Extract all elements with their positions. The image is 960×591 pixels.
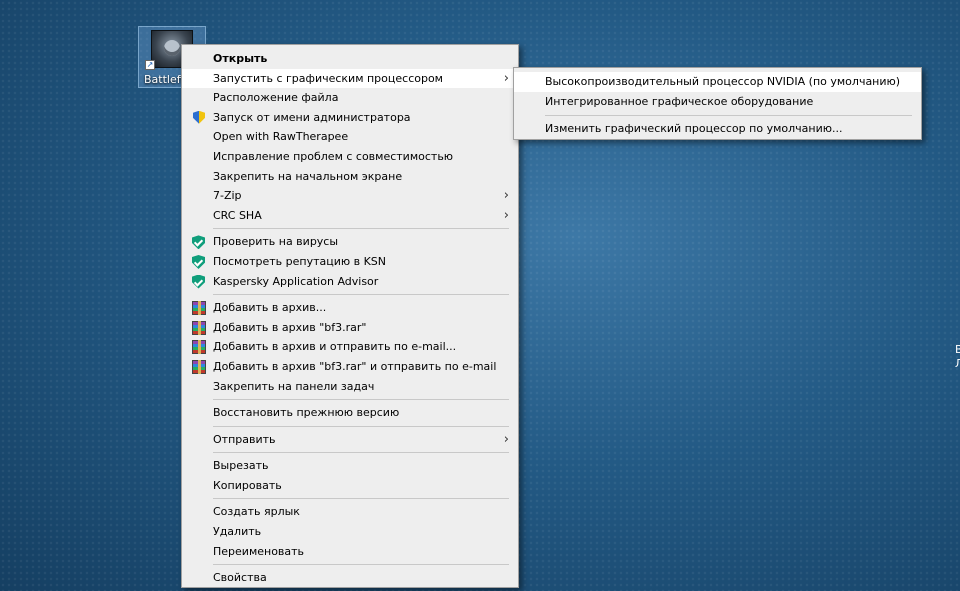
menu-item-delete[interactable]: Удалить: [182, 522, 518, 542]
menu-item-properties[interactable]: Свойства: [182, 568, 518, 588]
menu-separator: [213, 452, 509, 454]
menu-item-check-ksn[interactable]: Посмотреть репутацию в KSN: [182, 252, 518, 272]
menu-item-add-bf3-and-email[interactable]: Добавить в архив "bf3.rar" и отправить п…: [182, 357, 518, 377]
menu-separator: [545, 115, 912, 116]
menu-item-scan-viruses[interactable]: Проверить на вирусы: [182, 232, 518, 252]
menu-item-label: Запустить с графическим процессором: [213, 71, 443, 85]
menu-item-label: Добавить в архив...: [213, 301, 327, 315]
gpu-submenu: Высокопроизводительный процессор NVIDIA …: [513, 67, 922, 140]
menu-item-label: Проверить на вирусы: [213, 235, 339, 249]
menu-item-label: Отправить: [213, 432, 276, 446]
menu-separator: [213, 399, 509, 401]
winrar-icon: [192, 320, 206, 335]
menu-item-label: Добавить в архив и отправить по e-mail..…: [213, 340, 457, 354]
menu-item-pin-to-taskbar[interactable]: Закрепить на панели задач: [182, 377, 518, 397]
submenu-item-integrated[interactable]: Интегрированное графическое оборудование: [514, 92, 921, 112]
menu-item-cut[interactable]: Вырезать: [182, 456, 518, 476]
menu-separator: [213, 564, 509, 566]
menu-item-label: Kaspersky Application Advisor: [213, 274, 379, 288]
menu-item-copy[interactable]: Копировать: [182, 476, 518, 496]
menu-separator: [213, 294, 509, 296]
submenu-item-nvidia[interactable]: Высокопроизводительный процессор NVIDIA …: [514, 72, 921, 92]
menu-separator: [213, 228, 509, 230]
kaspersky-shield-icon: [192, 254, 205, 269]
chevron-right-icon: ›: [503, 431, 509, 447]
menu-item-file-location[interactable]: Расположение файла: [182, 88, 518, 108]
menu-item-troubleshoot-compat[interactable]: Исправление проблем с совместимостью: [182, 147, 518, 167]
winrar-icon: [192, 359, 206, 374]
menu-item-create-shortcut[interactable]: Создать ярлык: [182, 502, 518, 522]
kaspersky-shield-icon: [192, 235, 205, 250]
menu-item-label: CRC SHA: [213, 208, 262, 222]
menu-item-restore-previous[interactable]: Восстановить прежнюю версию: [182, 403, 518, 423]
menu-item-run-as-admin[interactable]: Запуск от имени администратора: [182, 108, 518, 128]
menu-item-label: Запуск от имени администратора: [213, 110, 411, 124]
menu-item-7zip[interactable]: 7-Zip ›: [182, 186, 518, 206]
menu-item-send-to[interactable]: Отправить ›: [182, 430, 518, 450]
menu-item-rename[interactable]: Переименовать: [182, 542, 518, 562]
menu-item-kaspersky-advisor[interactable]: Kaspersky Application Advisor: [182, 272, 518, 292]
context-menu: Открыть Запустить с графическим процессо…: [181, 44, 519, 588]
desktop-edge-text: В Л: [955, 343, 960, 370]
menu-item-add-and-email[interactable]: Добавить в архив и отправить по e-mail..…: [182, 337, 518, 357]
winrar-icon: [192, 340, 206, 355]
menu-separator: [213, 498, 509, 500]
menu-item-crc-sha[interactable]: CRC SHA ›: [182, 206, 518, 226]
chevron-right-icon: ›: [503, 207, 509, 223]
menu-item-label: 7-Zip: [213, 189, 242, 203]
kaspersky-shield-icon: [192, 274, 205, 289]
uac-shield-icon: [193, 110, 205, 124]
menu-item-open[interactable]: Открыть: [182, 49, 518, 69]
shortcut-arrow-icon: ↗: [145, 60, 155, 70]
menu-separator: [213, 425, 509, 427]
menu-item-pin-to-start[interactable]: Закрепить на начальном экране: [182, 167, 518, 187]
menu-item-label: Добавить в архив "bf3.rar" и отправить п…: [213, 359, 497, 373]
chevron-right-icon: ›: [503, 70, 509, 86]
chevron-right-icon: ›: [503, 188, 509, 204]
menu-item-label: Добавить в архив "bf3.rar": [213, 320, 367, 334]
menu-item-run-with-gpu[interactable]: Запустить с графическим процессором ›: [182, 68, 518, 89]
menu-item-add-to-bf3[interactable]: Добавить в архив "bf3.rar": [182, 318, 518, 338]
menu-item-open-with-rawtherapee[interactable]: Open with RawTherapee: [182, 127, 518, 147]
submenu-item-change-default[interactable]: Изменить графический процессор по умолча…: [514, 119, 921, 139]
menu-item-label: Посмотреть репутацию в KSN: [213, 254, 387, 268]
menu-item-add-to-archive[interactable]: Добавить в архив...: [182, 298, 518, 318]
winrar-icon: [192, 301, 206, 316]
